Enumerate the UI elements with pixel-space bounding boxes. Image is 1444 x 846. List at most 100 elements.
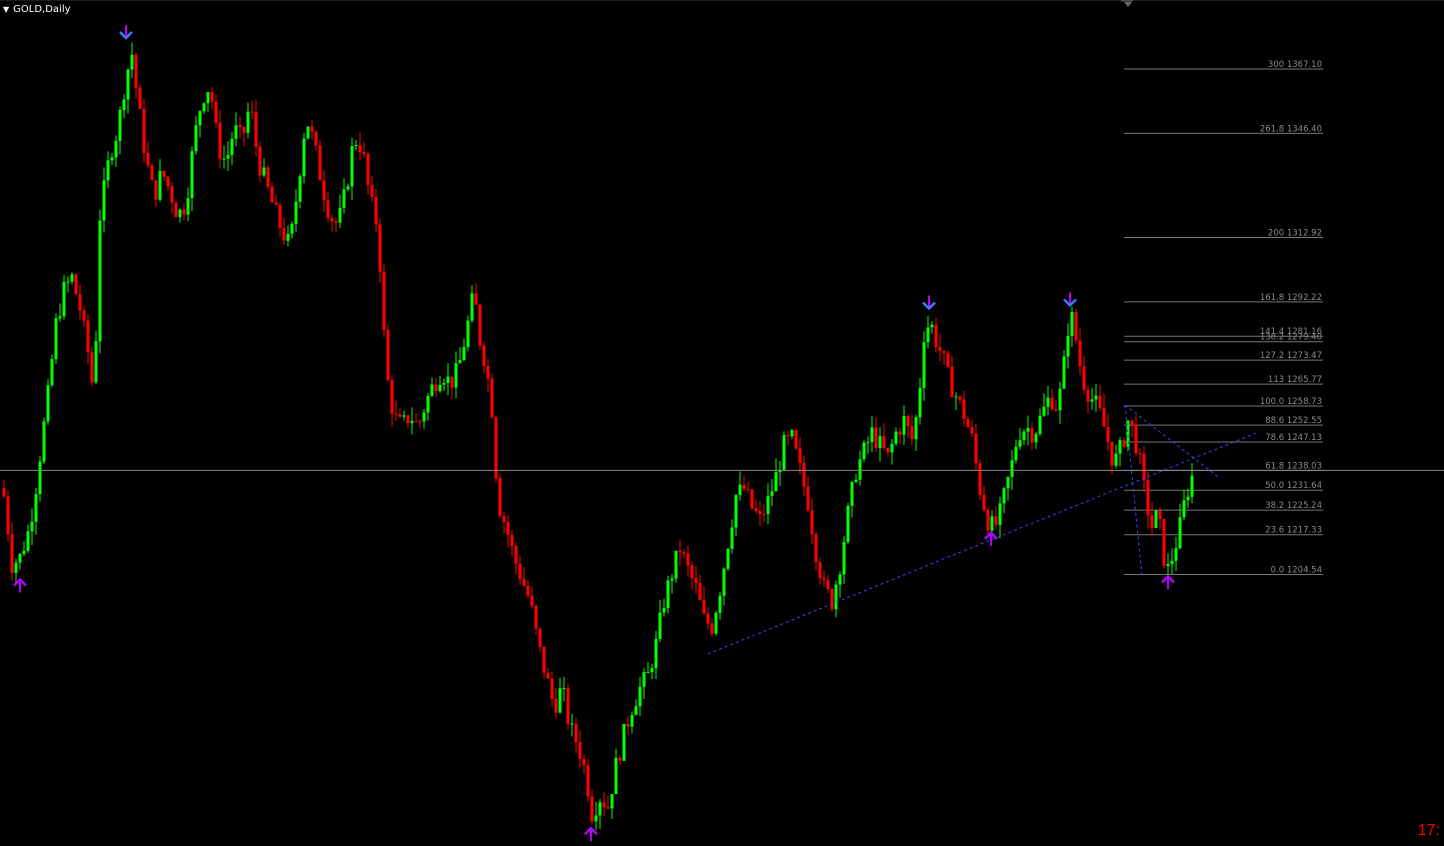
- fib-level-label: 23.6 1217.33: [1265, 526, 1322, 536]
- candle-bear: [566, 688, 570, 725]
- candle-bull: [902, 416, 906, 435]
- candle-bear: [518, 563, 522, 580]
- candle-bull: [926, 327, 930, 343]
- candle-bull: [738, 484, 742, 496]
- candle-bull: [110, 157, 114, 161]
- candle-bear: [174, 202, 178, 218]
- candle-bear: [378, 224, 382, 272]
- candle-bear: [270, 186, 274, 203]
- candle-bull: [98, 220, 102, 342]
- candle-bull: [734, 495, 738, 528]
- candle-bear: [82, 310, 86, 321]
- candle-bull: [178, 209, 182, 218]
- candle-bear: [330, 217, 334, 222]
- candle-bear: [374, 196, 378, 225]
- candle-bear: [826, 579, 830, 590]
- fib-level-label: 127.2 1273.47: [1260, 351, 1322, 361]
- candle-bear: [798, 448, 802, 463]
- candle-bear: [142, 108, 146, 154]
- candle-bear: [10, 534, 14, 573]
- fib-level-label: 161.8 1292.22: [1260, 293, 1322, 303]
- chart-menu-triangle-icon[interactable]: ▼: [3, 5, 9, 14]
- candle-bear: [550, 678, 554, 700]
- candle-bull: [118, 109, 122, 141]
- candle-bull: [298, 176, 302, 202]
- candle-bear: [166, 176, 170, 187]
- candle-bull: [930, 324, 934, 328]
- candle-bull: [462, 347, 466, 361]
- fib-level-label: 61.8 1238.03: [1265, 461, 1322, 471]
- candle-bull: [714, 612, 718, 634]
- candle-bull: [650, 668, 654, 673]
- candle-bear: [1050, 397, 1054, 410]
- candle-bull: [1062, 356, 1066, 389]
- candle-bear: [398, 414, 402, 417]
- candle-bull: [634, 706, 638, 716]
- candle-bear: [434, 384, 438, 392]
- candle-bear: [818, 562, 822, 579]
- candle-bear: [238, 125, 242, 128]
- candle-bull: [790, 430, 794, 437]
- candle-bear: [74, 274, 78, 295]
- candle-bear: [506, 522, 510, 536]
- candle-bull: [1070, 312, 1074, 337]
- candle-bull: [1174, 548, 1178, 561]
- candle-bull: [894, 431, 898, 444]
- candle-bear: [758, 510, 762, 514]
- candle-bull: [1190, 475, 1194, 497]
- candle-bear: [786, 435, 790, 437]
- fib-level-label: 100.0 1258.73: [1260, 397, 1322, 407]
- fib-level-label: 78.6 1247.13: [1265, 433, 1322, 443]
- candle-bear: [182, 209, 186, 215]
- candle-bear: [282, 227, 286, 241]
- candle-bull: [922, 342, 926, 388]
- candle-bear: [746, 489, 750, 491]
- candle-bull: [102, 180, 106, 221]
- candle-bull: [570, 723, 574, 725]
- candle-bull: [438, 384, 442, 392]
- candle-bull: [1090, 399, 1094, 402]
- candle-bull: [878, 436, 882, 449]
- candle-bear: [1082, 366, 1086, 390]
- candle-bull: [222, 158, 226, 160]
- candle-bull: [670, 578, 674, 581]
- bar-countdown-timer: 17:: [1417, 822, 1440, 839]
- candle-bear: [382, 271, 386, 330]
- candle-bear: [386, 329, 390, 381]
- candle-bear: [582, 759, 586, 766]
- candle-bear: [6, 496, 10, 535]
- fib-level-label: 0.0 1204.54: [1271, 565, 1322, 575]
- fib-level-label: 50.0 1231.64: [1265, 481, 1322, 491]
- candle-bear: [310, 126, 314, 132]
- candle-bull: [62, 281, 66, 317]
- candle-bear: [370, 184, 374, 197]
- candle-bear: [706, 613, 710, 624]
- candle-bear: [406, 415, 410, 424]
- candle-bull: [658, 612, 662, 639]
- candle-bull: [854, 479, 858, 482]
- candle-bull: [286, 233, 290, 241]
- candle-bear: [1106, 426, 1110, 442]
- candle-bull: [46, 385, 50, 422]
- candle-bear: [502, 516, 506, 523]
- candle-bull: [246, 111, 250, 133]
- candle-bear: [530, 595, 534, 606]
- candle-bull: [654, 638, 658, 669]
- candle-bear: [874, 427, 878, 449]
- candle-bear: [162, 170, 166, 177]
- candle-bear: [390, 380, 394, 414]
- candle-bear: [898, 431, 902, 435]
- price-chart[interactable]: 300 1367.10 261.8 1346.40 200 1312.92 161.8…: [0, 0, 1444, 846]
- candle-bull: [666, 580, 670, 609]
- candle-bear: [802, 462, 806, 487]
- chart-title[interactable]: ▼ GOLD,Daily: [3, 2, 71, 16]
- candle-bull: [598, 802, 602, 816]
- candle-bear: [450, 376, 454, 388]
- candle-bear: [522, 579, 526, 586]
- candle-bear: [242, 127, 246, 133]
- candle-bull: [1170, 560, 1174, 565]
- candle-bear: [886, 447, 890, 453]
- candle-bull: [1014, 446, 1018, 461]
- candle-bear: [970, 427, 974, 434]
- candle-bull: [1022, 431, 1026, 441]
